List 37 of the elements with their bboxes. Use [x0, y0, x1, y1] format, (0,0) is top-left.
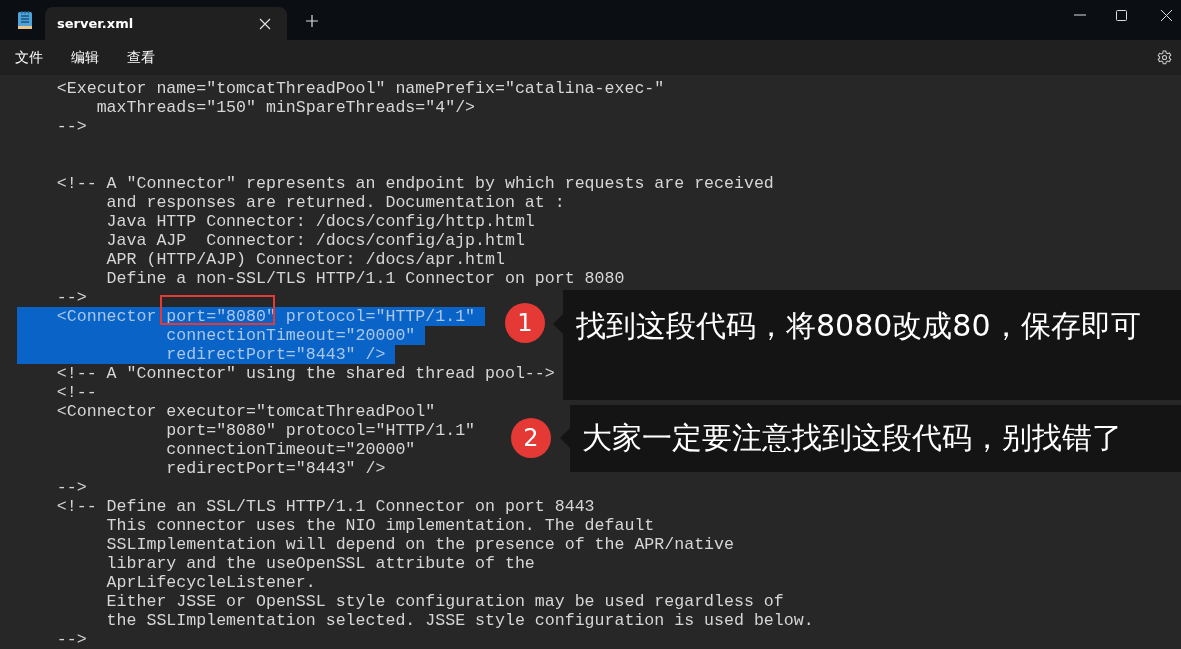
- callout-text: 找到这段代码，将8080改成80，保存即可: [576, 307, 1141, 345]
- code-line: connectionTimeout="20000": [165, 440, 417, 459]
- code-line: <!-- Define an SSL/TLS HTTP/1.1 Connector on port 8443: [55, 497, 596, 516]
- menu-item[interactable]: 查看: [127, 48, 155, 67]
- code-line: Java HTTP Connector: /docs/config/http.html: [105, 212, 536, 231]
- code-line: -->: [55, 630, 88, 649]
- code-line: and responses are returned. Documentation at :: [105, 193, 566, 212]
- code-line: SSLImplementation will depend on the presence of the APR/native: [105, 535, 735, 554]
- new-tab-icon[interactable]: [305, 14, 319, 28]
- code-line: -->: [55, 288, 88, 307]
- code-line: -->: [55, 117, 88, 136]
- code-line: APR (HTTP/AJP) Connector: /docs/apr.html: [105, 250, 506, 269]
- code-line: Java AJP Connector: /docs/config/ajp.html: [105, 231, 526, 250]
- code-line: the SSLImplementation selected. JSSE style configuration is used below.: [105, 611, 815, 630]
- code-line: Define a non-SSL/TLS HTTP/1.1 Connector on port 8080: [105, 269, 626, 288]
- code-line: <!-- A "Connector" represents an endpoint by which requests are received: [55, 174, 775, 193]
- settings-icon[interactable]: [1157, 50, 1172, 65]
- callout-text: 大家一定要注意找到这段代码，别找错了: [582, 419, 1122, 457]
- close-tab-icon[interactable]: [259, 17, 271, 30]
- code-line: port="8080" protocol="HTTP/1.1": [165, 421, 477, 440]
- code-line: library and the useOpenSSL attribute of the: [105, 554, 536, 573]
- close-icon[interactable]: [1161, 10, 1172, 21]
- code-line: <Executor name="tomcatThreadPool" namePrefix="catalina-exec-": [55, 79, 666, 98]
- code-line: <!-- A "Connector" using the shared thread pool-->: [55, 364, 556, 383]
- menu-item[interactable]: 编辑: [71, 48, 99, 67]
- code-line: <!--: [55, 383, 98, 402]
- code-line: -->: [55, 478, 88, 497]
- code-line: This connector uses the NIO implementation. The default: [105, 516, 656, 535]
- menu-item[interactable]: 文件: [15, 48, 43, 67]
- file-tab[interactable]: server.xml: [45, 7, 287, 40]
- code-line: Either JSSE or OpenSSL style configuration may be used regardless of: [105, 592, 785, 611]
- code-line: maxThreads="150" minSpareThreads="4"/>: [95, 98, 477, 117]
- code-line: AprLifecycleListener.: [105, 573, 317, 592]
- code-line: <Connector executor="tomcatThreadPool": [55, 402, 437, 421]
- code-line: redirectPort="8443" />: [165, 459, 387, 478]
- maximize-icon[interactable]: [1116, 10, 1127, 21]
- notepad-icon: [18, 11, 32, 29]
